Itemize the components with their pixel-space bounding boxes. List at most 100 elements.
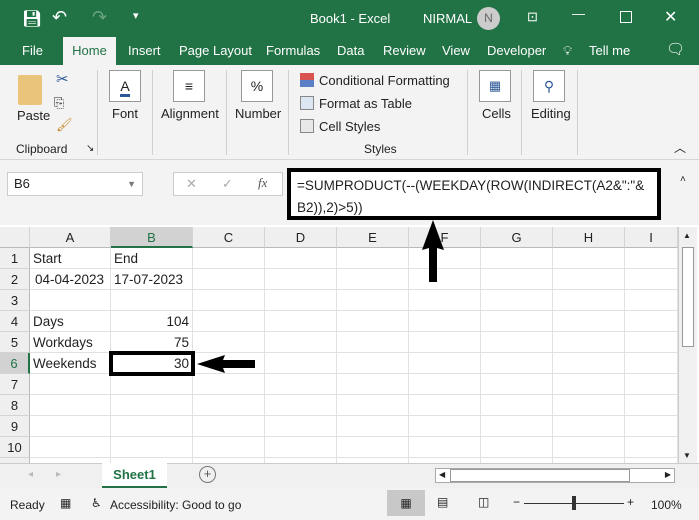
cell-E7[interactable] bbox=[337, 374, 409, 395]
row-header-9[interactable]: 9 bbox=[0, 416, 30, 437]
cell-I4[interactable] bbox=[625, 311, 678, 332]
cell-F4[interactable] bbox=[409, 311, 481, 332]
cell-G1[interactable] bbox=[481, 248, 553, 269]
zoom-level[interactable]: 100% bbox=[651, 498, 682, 512]
cell-D3[interactable] bbox=[265, 290, 337, 311]
search-icon[interactable]: ⚲ bbox=[533, 70, 565, 102]
cell-G9[interactable] bbox=[481, 416, 553, 437]
cell-F5[interactable] bbox=[409, 332, 481, 353]
cell-I10[interactable] bbox=[625, 437, 678, 458]
cell-C2[interactable] bbox=[193, 269, 265, 290]
cell-E10[interactable] bbox=[337, 437, 409, 458]
cell-B7[interactable] bbox=[111, 374, 193, 395]
cell-I9[interactable] bbox=[625, 416, 678, 437]
tab-file[interactable]: File bbox=[22, 43, 43, 58]
cell-D9[interactable] bbox=[265, 416, 337, 437]
alignment-button[interactable]: Alignment bbox=[161, 106, 219, 121]
cell-B3[interactable] bbox=[111, 290, 193, 311]
tab-insert[interactable]: Insert bbox=[128, 43, 161, 58]
zoom-slider-thumb[interactable] bbox=[572, 496, 576, 510]
cell-H5[interactable] bbox=[553, 332, 625, 353]
select-all-button[interactable] bbox=[0, 227, 30, 248]
zoom-in-button[interactable]: + bbox=[627, 495, 634, 509]
cut-icon[interactable]: ✂ bbox=[56, 70, 69, 88]
tab-data[interactable]: Data bbox=[337, 43, 364, 58]
cell-F7[interactable] bbox=[409, 374, 481, 395]
format-as-table-button[interactable]: Format as Table bbox=[319, 96, 412, 111]
cell-B9[interactable] bbox=[111, 416, 193, 437]
cell-I2[interactable] bbox=[625, 269, 678, 290]
cell-D5[interactable] bbox=[265, 332, 337, 353]
save-icon[interactable]: 💾︎ bbox=[22, 9, 42, 29]
avatar[interactable]: N bbox=[477, 7, 500, 30]
cell-H7[interactable] bbox=[553, 374, 625, 395]
page-break-view-icon[interactable]: ◫ bbox=[478, 495, 489, 509]
cell-A7[interactable] bbox=[30, 374, 111, 395]
zoom-out-button[interactable]: − bbox=[513, 495, 520, 509]
column-header-G[interactable]: G bbox=[481, 227, 553, 248]
cell-H6[interactable] bbox=[553, 353, 625, 374]
cell-F3[interactable] bbox=[409, 290, 481, 311]
cell-A3[interactable] bbox=[30, 290, 111, 311]
tab-developer[interactable]: Developer bbox=[487, 43, 546, 58]
normal-view-icon[interactable]: ▦ bbox=[387, 490, 425, 516]
cell-G10[interactable] bbox=[481, 437, 553, 458]
cell-F8[interactable] bbox=[409, 395, 481, 416]
cell-C10[interactable] bbox=[193, 437, 265, 458]
formula-input[interactable]: =SUMPRODUCT(--(WEEKDAY(ROW(INDIRECT(A2&"… bbox=[287, 168, 661, 220]
cell-A5[interactable]: Workdays bbox=[30, 332, 111, 353]
cell-C8[interactable] bbox=[193, 395, 265, 416]
tab-view[interactable]: View bbox=[442, 43, 470, 58]
cell-F6[interactable] bbox=[409, 353, 481, 374]
cell-G7[interactable] bbox=[481, 374, 553, 395]
cell-H8[interactable] bbox=[553, 395, 625, 416]
cell-D10[interactable] bbox=[265, 437, 337, 458]
clipboard-launcher-icon[interactable]: ↘ bbox=[86, 143, 94, 154]
paste-icon[interactable] bbox=[18, 75, 42, 105]
cell-F10[interactable] bbox=[409, 437, 481, 458]
cell-A10[interactable] bbox=[30, 437, 111, 458]
cell-E3[interactable] bbox=[337, 290, 409, 311]
name-box[interactable]: B6 ▼ bbox=[7, 172, 143, 196]
cell-D2[interactable] bbox=[265, 269, 337, 290]
row-header-7[interactable]: 7 bbox=[0, 374, 30, 395]
font-button[interactable]: Font bbox=[112, 106, 138, 121]
number-button[interactable]: Number bbox=[235, 106, 281, 121]
page-layout-view-icon[interactable]: ▤ bbox=[437, 495, 448, 509]
accessibility-status[interactable]: Accessibility: Good to go bbox=[110, 498, 241, 512]
cell-E2[interactable] bbox=[337, 269, 409, 290]
column-header-A[interactable]: A bbox=[30, 227, 111, 248]
cell-C4[interactable] bbox=[193, 311, 265, 332]
row-header-6[interactable]: 6 bbox=[0, 353, 30, 374]
number-icon[interactable]: % bbox=[241, 70, 273, 102]
cell-B10[interactable] bbox=[111, 437, 193, 458]
tab-formulas[interactable]: Formulas bbox=[266, 43, 320, 58]
column-header-H[interactable]: H bbox=[553, 227, 625, 248]
cell-E1[interactable] bbox=[337, 248, 409, 269]
paste-button[interactable]: Paste bbox=[17, 108, 50, 123]
comments-icon[interactable]: 🗨︎ bbox=[666, 40, 685, 58]
column-header-D[interactable]: D bbox=[265, 227, 337, 248]
cell-H1[interactable] bbox=[553, 248, 625, 269]
cell-G4[interactable] bbox=[481, 311, 553, 332]
font-icon[interactable]: A bbox=[109, 70, 141, 102]
tell-me[interactable]: Tell me bbox=[589, 43, 630, 58]
minimize-button[interactable]: — bbox=[572, 6, 585, 21]
cell-G3[interactable] bbox=[481, 290, 553, 311]
cell-H9[interactable] bbox=[553, 416, 625, 437]
row-header-1[interactable]: 1 bbox=[0, 248, 30, 269]
cell-D8[interactable] bbox=[265, 395, 337, 416]
vertical-scrollbar[interactable]: ▲ ▼ bbox=[678, 227, 697, 463]
cell-G2[interactable] bbox=[481, 269, 553, 290]
cell-D4[interactable] bbox=[265, 311, 337, 332]
insert-function-icon[interactable]: fx bbox=[258, 175, 267, 191]
cell-A6[interactable]: Weekends bbox=[30, 353, 111, 374]
redo-icon[interactable]: ↷ bbox=[92, 7, 107, 28]
maximize-button[interactable] bbox=[620, 11, 632, 23]
scroll-thumb[interactable] bbox=[450, 469, 630, 482]
cell-E6[interactable] bbox=[337, 353, 409, 374]
cell-B4[interactable]: 104 bbox=[111, 311, 193, 332]
prev-sheet-icon[interactable]: ◂ bbox=[28, 469, 33, 480]
tab-review[interactable]: Review bbox=[383, 43, 426, 58]
column-header-E[interactable]: E bbox=[337, 227, 409, 248]
